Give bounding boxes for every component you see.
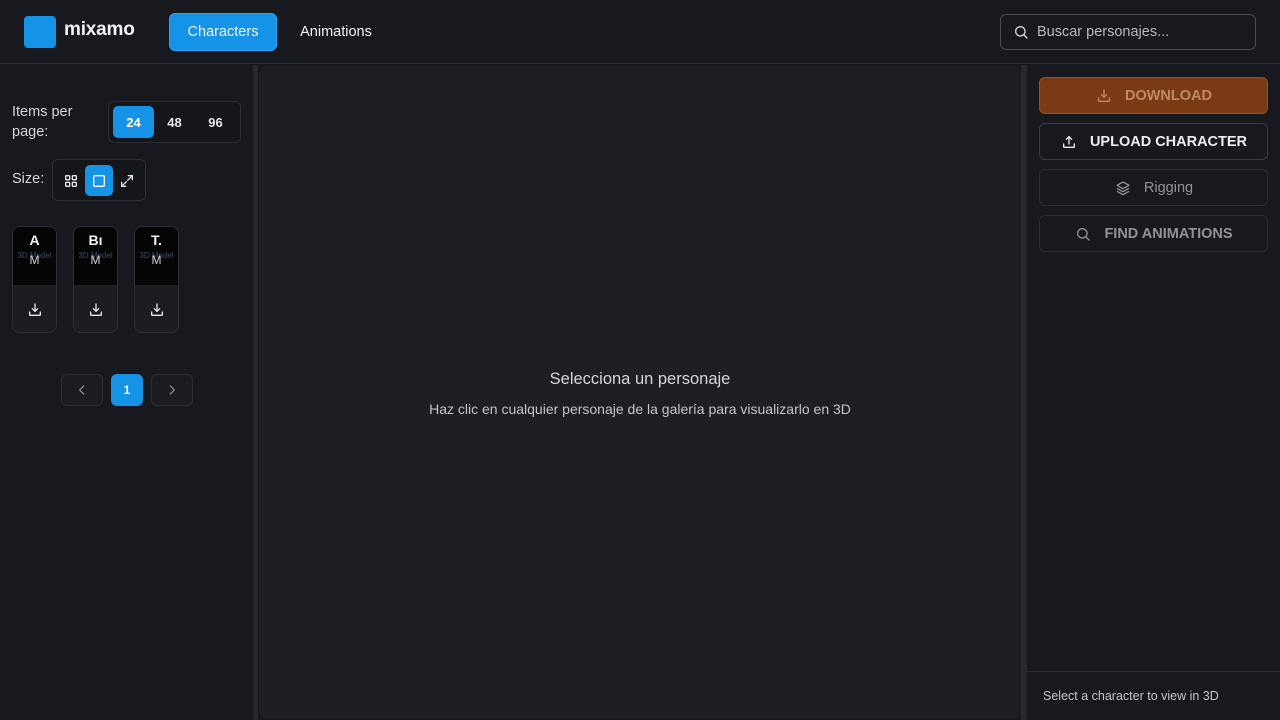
size-selector: [52, 159, 146, 201]
items-per-page-24[interactable]: 24: [113, 106, 154, 138]
character-initial: A: [29, 232, 40, 248]
search-icon: [1013, 24, 1029, 40]
download-icon: [1095, 87, 1113, 105]
rigging-button[interactable]: Rigging: [1039, 169, 1268, 206]
download-button[interactable]: DOWNLOAD: [1039, 77, 1268, 114]
logo-icon: [24, 16, 56, 48]
character-initial: Bı: [88, 232, 103, 248]
character-card[interactable]: Bı 3D Model M: [73, 226, 118, 333]
download-icon[interactable]: [27, 302, 43, 318]
search-input[interactable]: [1037, 15, 1249, 49]
character-card[interactable]: A 3D Model M: [12, 226, 57, 333]
tab-animations[interactable]: Animations: [286, 13, 386, 51]
download-icon[interactable]: [149, 302, 165, 318]
character-card[interactable]: T. 3D Model M: [134, 226, 179, 333]
rigging-button-label: Rigging: [1143, 179, 1194, 196]
actions-panel: [1027, 65, 1280, 720]
upload-icon: [1060, 133, 1078, 151]
status-text: Select a character to view in 3D: [1043, 689, 1219, 703]
grid-icon: [63, 173, 79, 189]
tab-characters[interactable]: Characters: [169, 13, 277, 51]
character-subtitle: M: [151, 253, 162, 267]
download-button-label: DOWNLOAD: [1125, 87, 1212, 104]
size-small-button[interactable]: [57, 165, 85, 196]
square-icon: [91, 173, 107, 189]
items-per-page-selector: 24 48 96: [108, 101, 241, 143]
layers-icon: [1114, 179, 1132, 197]
top-bar: mixamo Characters Animations: [0, 0, 1280, 64]
logo-text: mixamo: [64, 19, 135, 40]
items-per-page-label: Items per page:: [12, 104, 73, 140]
size-label: Size:: [12, 171, 45, 187]
upload-character-button[interactable]: UPLOAD CHARACTER: [1039, 123, 1268, 160]
character-subtitle: M: [90, 253, 101, 267]
size-large-button[interactable]: [113, 165, 141, 196]
download-icon[interactable]: [88, 302, 104, 318]
upload-character-button-label: UPLOAD CHARACTER: [1089, 133, 1248, 150]
find-animations-button[interactable]: FIND ANIMATIONS: [1039, 215, 1268, 252]
character-subtitle: M: [29, 253, 40, 267]
find-animations-button-label: FIND ANIMATIONS: [1104, 225, 1233, 242]
expand-icon: [119, 173, 135, 189]
sidebar-resize-handle[interactable]: [253, 65, 258, 720]
status-bar: Select a character to view in 3D: [1027, 671, 1280, 720]
character-initial: T.: [151, 232, 162, 248]
search-icon: [1074, 225, 1092, 243]
size-medium-button[interactable]: [85, 165, 113, 196]
items-per-page-96[interactable]: 96: [195, 106, 236, 138]
items-per-page-48[interactable]: 48: [154, 106, 195, 138]
search-box[interactable]: [1000, 14, 1256, 50]
3d-viewer[interactable]: [259, 66, 1021, 719]
